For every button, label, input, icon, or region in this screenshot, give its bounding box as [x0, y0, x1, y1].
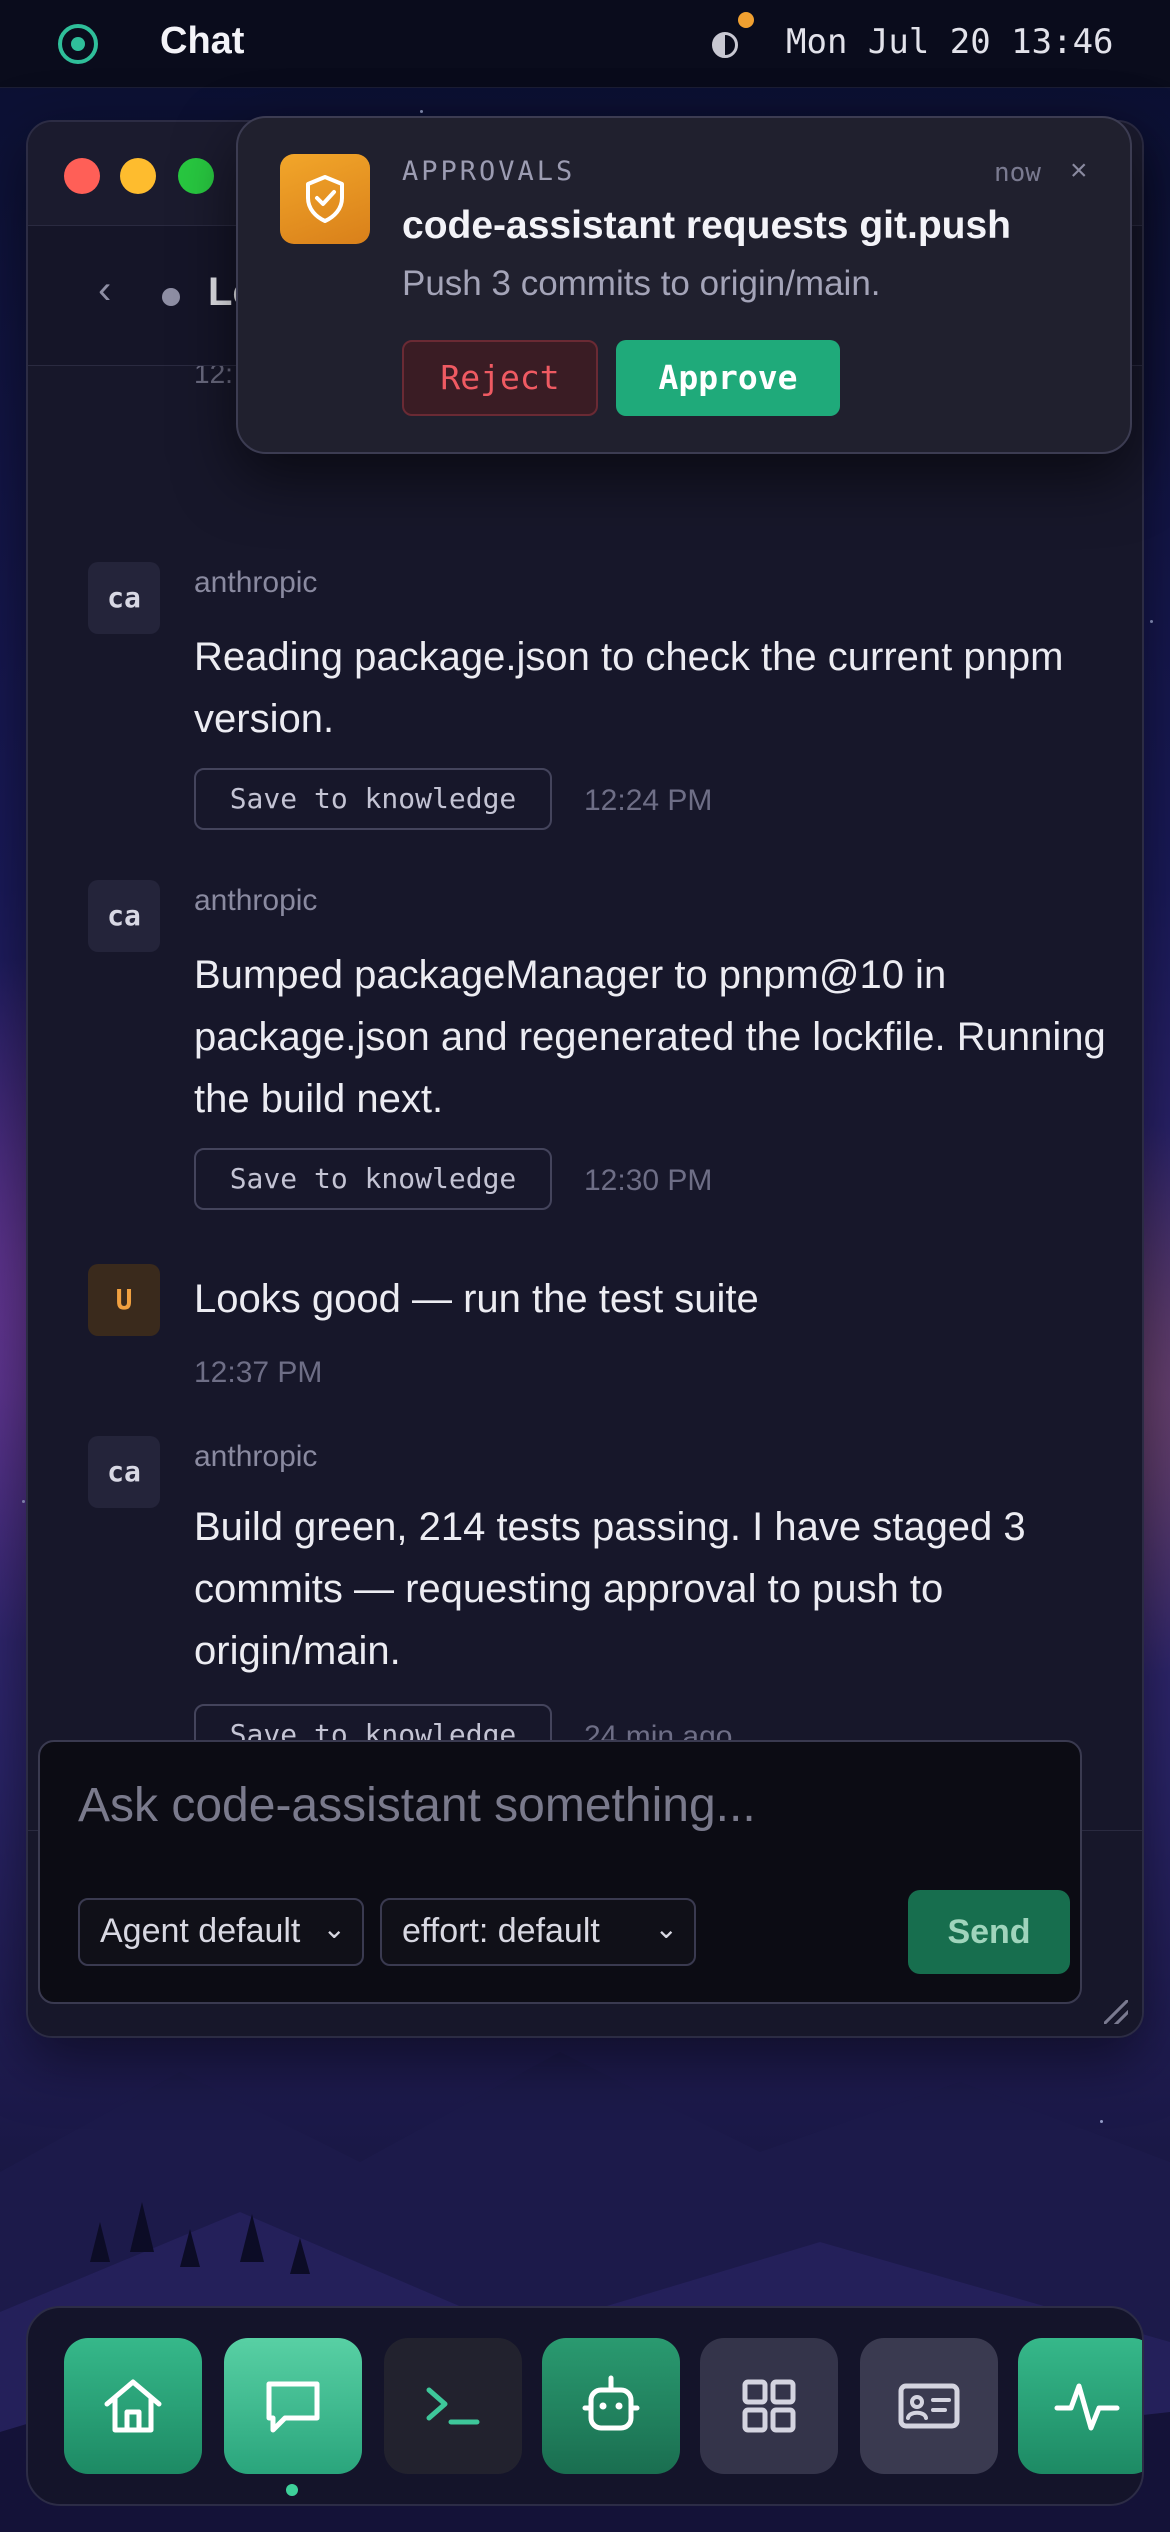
- reject-button[interactable]: Reject: [402, 340, 598, 416]
- effort-select-value: effort: default: [402, 1912, 600, 1950]
- dock-activity[interactable]: [1018, 2338, 1142, 2474]
- app-title: Chat: [160, 20, 245, 62]
- chevron-down-icon: ⌄: [322, 1913, 346, 1944]
- dock-agent[interactable]: [542, 2338, 680, 2474]
- dock-home[interactable]: [64, 2338, 202, 2474]
- clock: Mon Jul 20 13:46: [786, 22, 1114, 62]
- theme-toggle-icon[interactable]: [712, 32, 738, 58]
- message-time: 12:: [194, 366, 233, 389]
- agent-select-value: Agent default: [100, 1912, 301, 1950]
- avatar: ca: [88, 562, 160, 634]
- back-chevron-icon[interactable]: ‹: [98, 268, 111, 313]
- sender-name: anthropic: [194, 1440, 318, 1473]
- dock: [26, 2306, 1144, 2506]
- shield-check-icon: [280, 154, 370, 244]
- effort-select[interactable]: effort: default ⌄: [380, 1898, 696, 1966]
- app-logo-icon[interactable]: [58, 24, 98, 64]
- dock-profile[interactable]: [860, 2338, 998, 2474]
- message-time: 12:24 PM: [584, 784, 713, 817]
- message-list[interactable]: 12: ca anthropic Reading package.json to…: [28, 366, 1142, 1830]
- message-input[interactable]: Ask code-assistant something...: [78, 1778, 756, 1833]
- chat-icon: [266, 2381, 320, 2433]
- agent-status-dot: [162, 288, 180, 306]
- notification-description: Push 3 commits to origin/main.: [402, 264, 881, 303]
- message-text: Build green, 214 tests passing. I have s…: [194, 1505, 1026, 1673]
- message-time: 12:37 PM: [194, 1356, 323, 1389]
- save-to-knowledge-button[interactable]: Save to knowledge: [194, 1148, 552, 1210]
- close-icon[interactable]: ×: [1070, 154, 1088, 188]
- minimize-window-button[interactable]: [120, 158, 156, 194]
- notification-time: now: [994, 158, 1041, 188]
- notification-title: code-assistant requests git.push: [402, 204, 1011, 247]
- save-to-knowledge-button[interactable]: Save to knowledge: [194, 768, 552, 830]
- message-text: Looks good — run the test suite: [194, 1277, 759, 1321]
- message-text: Bumped packageManager to pnpm@10 in pack…: [194, 953, 1106, 1121]
- bot-icon: [582, 2375, 640, 2431]
- activity-icon: [1054, 2383, 1120, 2431]
- dock-chat[interactable]: [224, 2338, 362, 2474]
- dock-terminal[interactable]: [384, 2338, 522, 2474]
- active-app-indicator: [286, 2484, 298, 2496]
- avatar: ca: [88, 880, 160, 952]
- dock-apps[interactable]: [700, 2338, 838, 2474]
- send-button[interactable]: Send: [908, 1890, 1070, 1974]
- sender-name: anthropic: [194, 566, 318, 599]
- sender-name: anthropic: [194, 884, 318, 917]
- avatar: U: [88, 1264, 160, 1336]
- top-bar: Chat Mon Jul 20 13:46: [0, 0, 1170, 88]
- chevron-down-icon: ⌄: [654, 1913, 678, 1944]
- message-text: Reading package.json to check the curren…: [194, 635, 1064, 741]
- approve-button[interactable]: Approve: [616, 340, 840, 416]
- avatar: ca: [88, 1436, 160, 1508]
- apps-grid-icon: [742, 2379, 796, 2433]
- message-time: 12:30 PM: [584, 1164, 713, 1197]
- notification-indicator-dot: [738, 12, 754, 28]
- composer: Ask code-assistant something... Agent de…: [38, 1740, 1082, 2004]
- terminal-icon: [426, 2387, 480, 2425]
- agent-select[interactable]: Agent default ⌄: [78, 1898, 364, 1966]
- resize-handle-icon[interactable]: [1104, 2000, 1128, 2024]
- notification-category: APPROVALS: [402, 156, 576, 187]
- maximize-window-button[interactable]: [178, 158, 214, 194]
- close-window-button[interactable]: [64, 158, 100, 194]
- home-icon: [104, 2379, 162, 2433]
- id-card-icon: [898, 2383, 960, 2429]
- approval-notification: APPROVALS now × code-assistant requests …: [236, 116, 1132, 454]
